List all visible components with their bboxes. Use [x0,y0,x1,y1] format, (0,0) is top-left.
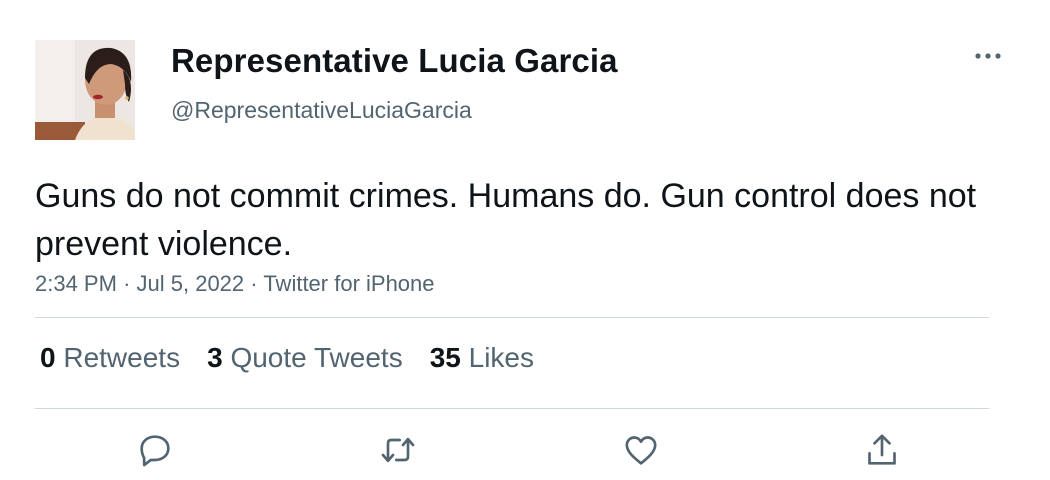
heart-icon [625,436,657,465]
meta-separator: · [123,271,131,296]
divider [35,317,989,318]
avatar-photo [35,40,135,140]
likes-stat[interactable]: 35 Likes [430,342,534,374]
likes-count: 35 [429,342,461,373]
retweets-count: 0 [40,342,56,373]
like-button[interactable] [619,428,663,472]
reply-icon [140,435,170,467]
more-horizontal-icon [975,53,1001,59]
quote-tweets-label: Quote Tweets [230,342,403,373]
retweets-label: Retweets [63,342,181,373]
likes-label: Likes [468,342,535,373]
tweet-time[interactable]: 2:34 PM [35,271,117,296]
avatar[interactable] [35,40,135,140]
meta-separator: · [250,271,258,296]
more-options-button[interactable] [970,42,1006,70]
retweet-button[interactable] [376,428,420,472]
divider [35,408,989,409]
reply-button[interactable] [133,428,177,472]
tweet-metadata: 2:34 PM · Jul 5, 2022 · Twitter for iPho… [35,271,435,297]
tweet-source[interactable]: Twitter for iPhone [263,271,434,296]
quote-tweets-stat[interactable]: 3 Quote Tweets [207,342,403,374]
share-button[interactable] [860,428,904,472]
retweets-stat[interactable]: 0 Retweets [40,342,180,374]
tweet-text: Guns do not commit crimes. Humans do. Gu… [35,177,977,263]
quote-tweets-count: 3 [207,342,223,373]
user-handle[interactable]: @RepresentativeLuciaGarcia [171,97,472,124]
share-icon [868,434,896,465]
engagement-stats: 0 Retweets 3 Quote Tweets 35 Likes [40,342,561,374]
retweet-icon [381,437,415,463]
tweet-date[interactable]: Jul 5, 2022 [137,271,245,296]
display-name[interactable]: Representative Lucia Garcia [171,42,618,80]
